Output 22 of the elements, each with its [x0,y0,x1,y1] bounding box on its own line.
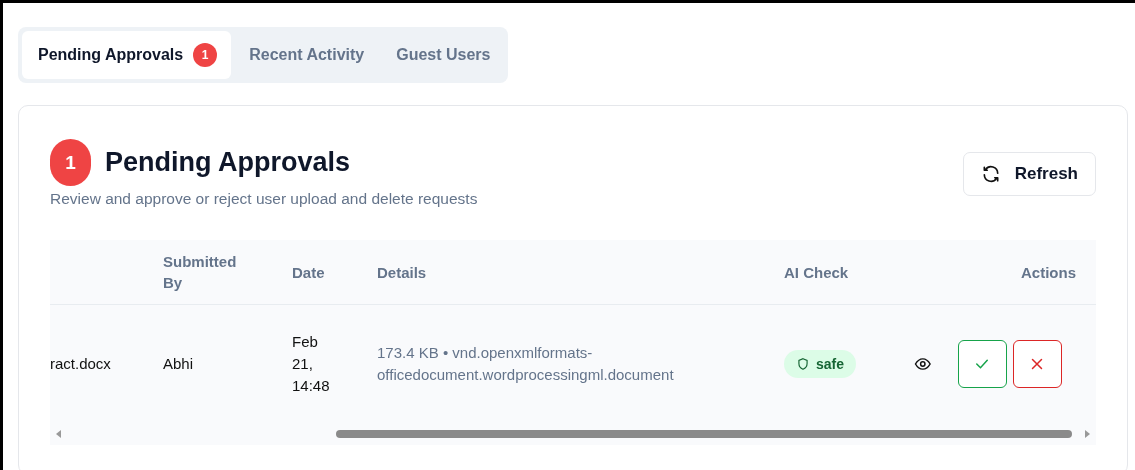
column-header: Actions [1021,262,1076,283]
file-name: ract.docx [50,355,111,373]
tab[interactable]: Recent Activity [235,31,379,79]
tab[interactable]: Guest Users [382,31,505,79]
count-badge: 1 [50,139,91,186]
column-header: Details [377,262,427,283]
count-badge: 1 [193,43,218,67]
column-header: AI Check [784,262,849,283]
scroll-right-icon[interactable] [1082,429,1092,439]
column-header: Submitted By [163,252,238,293]
approve-button[interactable] [957,340,1007,388]
panel-title: Pending Approvals [105,147,351,178]
file-details: 173.4 KB • vnd.openxmlformats-officedocument.wordprocessingml.document [377,344,674,383]
tab[interactable]: Pending Approvals 1 [22,31,232,79]
scroll-left-icon[interactable] [54,429,64,439]
submitter-name: Abhi [163,355,194,373]
reject-button[interactable] [1012,340,1062,388]
date-text: Feb 21, 14:48 [292,332,331,396]
refresh-button[interactable]: Refresh [962,152,1096,196]
column-header: Date [292,262,325,283]
panel-subtitle: Review and approve or reject user upload and delete requests [50,190,478,208]
status-badge: safe [784,349,857,379]
